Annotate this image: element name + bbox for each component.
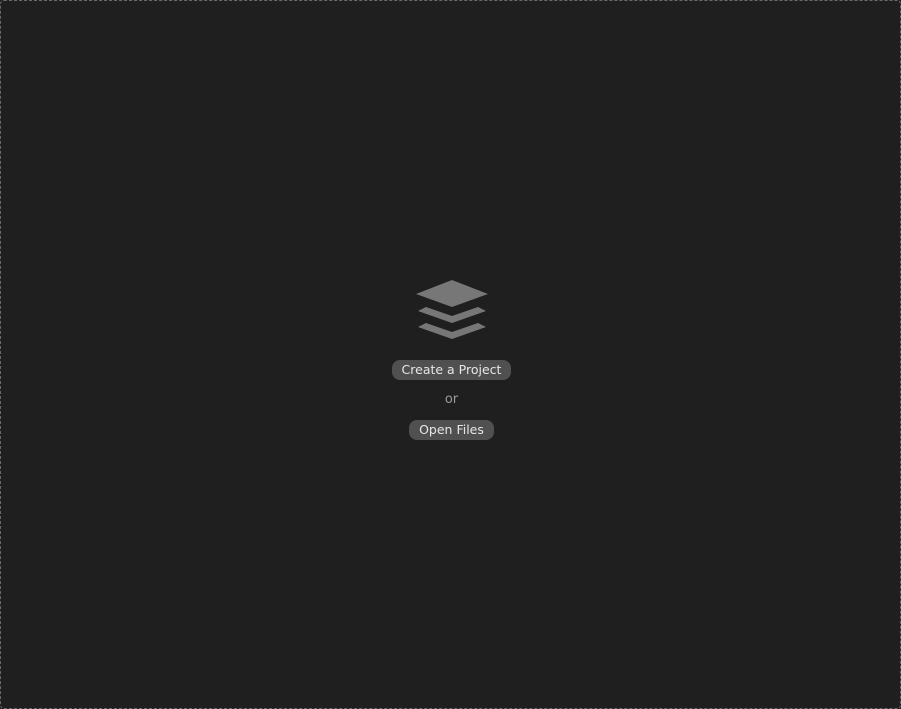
create-project-button[interactable]: Create a Project — [391, 360, 512, 380]
layers-icon — [415, 280, 488, 339]
or-separator: or — [444, 392, 459, 407]
open-files-button[interactable]: Open Files — [409, 420, 494, 440]
empty-state: Create a Project or Open Files — [1, 279, 901, 440]
drop-zone[interactable]: Create a Project or Open Files — [0, 0, 901, 709]
